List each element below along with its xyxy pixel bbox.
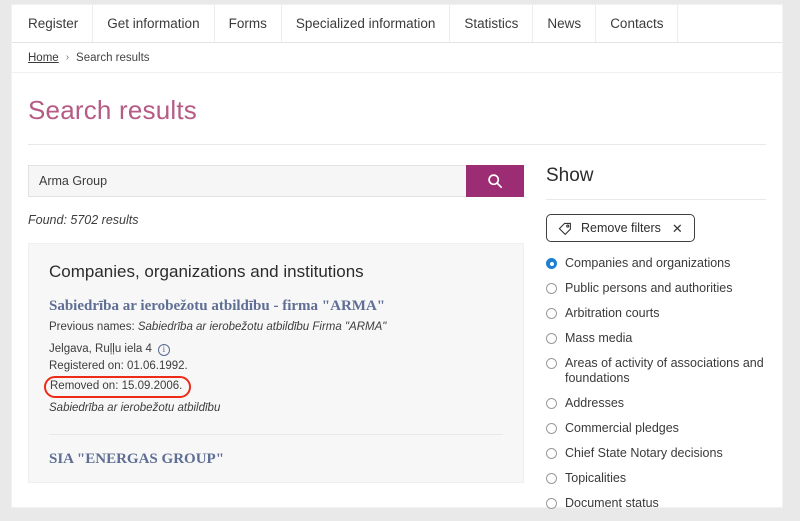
sidebar-divider [546, 199, 766, 200]
page-title: Search results [28, 95, 197, 125]
nav-item-statistics[interactable]: Statistics [450, 5, 534, 42]
nav-item-label: News [547, 16, 582, 31]
nav-item-label: Get information [107, 16, 200, 31]
filter-option-areas-of-activity[interactable]: Areas of activity of associations and fo… [546, 356, 766, 386]
filter-option-label: Addresses [565, 396, 625, 410]
page-content: Search results Found: 5 [12, 73, 782, 521]
filter-option-topicalities[interactable]: Topicalities [546, 471, 766, 486]
results-category-heading: Companies, organizations and institution… [49, 262, 364, 281]
previous-names-value: Sabiedrība ar ierobežotu atbildību Firma… [137, 321, 387, 333]
filter-option-label: Public persons and authorities [565, 281, 733, 295]
entity-address-row: Jelgava, Ruļļu iela 4 i [49, 341, 503, 358]
filter-option-label: Chief State Notary decisions [565, 446, 723, 460]
nav-item-specialized-information[interactable]: Specialized information [282, 5, 451, 42]
filter-option-chief-state-notary-decisions[interactable]: Chief State Notary decisions [546, 446, 766, 461]
search-button[interactable] [466, 165, 524, 197]
filter-option-arbitration-courts[interactable]: Arbitration courts [546, 306, 766, 321]
entity-registered-row: Registered on: 01.06.1992. [49, 358, 503, 375]
main-navigation: Register Get information Forms Specializ… [12, 5, 782, 43]
removed-on-highlight: Removed on: 15.09.2006. [44, 376, 192, 398]
filter-option-label: Commercial pledges [565, 421, 679, 435]
filter-option-document-status[interactable]: Document status [546, 496, 766, 511]
radio-icon[interactable] [546, 473, 557, 484]
radio-icon[interactable] [546, 423, 557, 434]
entity-legal-form: Sabiedrība ar ierobežotu atbildību [49, 402, 221, 414]
tag-icon [558, 221, 572, 235]
sidebar: Show Remove filters ✕ Companies and orga… [546, 165, 766, 521]
filter-option-label: Arbitration courts [565, 306, 660, 320]
filter-option-mass-media[interactable]: Mass media [546, 331, 766, 346]
results-count: Found: 5702 results [28, 213, 139, 227]
entity-previous-names: Previous names: Sabiedrība ar ierobežotu… [49, 321, 503, 333]
title-divider [28, 144, 766, 145]
previous-names-label: Previous names: [49, 321, 135, 333]
entity-name-link[interactable]: Sabiedrība ar ierobežotu atbildību - fir… [49, 298, 503, 315]
radio-icon[interactable] [546, 258, 557, 269]
filter-option-label: Topicalities [565, 471, 627, 485]
remove-filters-label: Remove filters [581, 221, 661, 235]
breadcrumb: Home › Search results [12, 43, 782, 73]
filter-option-label: Document status [565, 496, 659, 510]
nav-item-forms[interactable]: Forms [215, 5, 282, 42]
results-card: Companies, organizations and institution… [28, 243, 524, 483]
page-frame: Register Get information Forms Specializ… [12, 5, 782, 510]
breadcrumb-home-link[interactable]: Home [28, 52, 59, 64]
breadcrumb-separator-icon: › [65, 52, 70, 63]
breadcrumb-current: Search results [76, 51, 150, 64]
nav-item-contacts[interactable]: Contacts [596, 5, 679, 42]
nav-item-news[interactable]: News [533, 5, 597, 42]
nav-item-label: Contacts [610, 16, 664, 31]
radio-icon[interactable] [546, 398, 557, 409]
filter-option-label: Mass media [565, 331, 633, 345]
nav-item-get-information[interactable]: Get information [93, 5, 215, 42]
radio-icon[interactable] [546, 333, 557, 344]
radio-icon[interactable] [546, 498, 557, 509]
nav-item-register[interactable]: Register [12, 5, 94, 42]
filter-option-companies-and-organizations[interactable]: Companies and organizations [546, 256, 766, 271]
entity-removed-row: Removed on: 15.09.2006. [44, 375, 503, 398]
filter-option-commercial-pledges[interactable]: Commercial pledges [546, 421, 766, 436]
search-bar [28, 165, 524, 197]
search-icon [487, 173, 503, 189]
main-column: Found: 5702 results Companies, organizat… [28, 165, 524, 521]
nav-item-label: Forms [228, 16, 267, 31]
sidebar-title: Show [546, 165, 594, 186]
filter-option-public-persons-and-authorities[interactable]: Public persons and authorities [546, 281, 766, 296]
radio-icon[interactable] [546, 358, 557, 369]
search-input[interactable] [28, 165, 466, 197]
filter-option-label: Companies and organizations [565, 256, 731, 270]
next-entity-name-link[interactable]: SIA "ENERGAS GROUP" [49, 451, 503, 468]
radio-icon[interactable] [546, 308, 557, 319]
remove-filters-button[interactable]: Remove filters ✕ [546, 214, 695, 242]
nav-item-label: Statistics [464, 16, 519, 31]
entity-removed-on: Removed on: 15.09.2006. [50, 380, 183, 392]
card-divider [49, 434, 503, 435]
content-columns: Found: 5702 results Companies, organizat… [28, 165, 766, 521]
radio-icon[interactable] [546, 448, 557, 459]
entity-registered-on: Registered on: 01.06.1992. [49, 360, 188, 372]
filter-option-label: Areas of activity of associations and fo… [565, 356, 764, 385]
info-icon[interactable]: i [157, 343, 170, 356]
nav-item-label: Register [28, 16, 79, 31]
filter-option-addresses[interactable]: Addresses [546, 396, 766, 411]
close-icon[interactable]: ✕ [672, 222, 683, 235]
entity-address: Jelgava, Ruļļu iela 4 [49, 343, 152, 355]
nav-item-label: Specialized information [295, 16, 436, 31]
radio-icon[interactable] [546, 283, 557, 294]
